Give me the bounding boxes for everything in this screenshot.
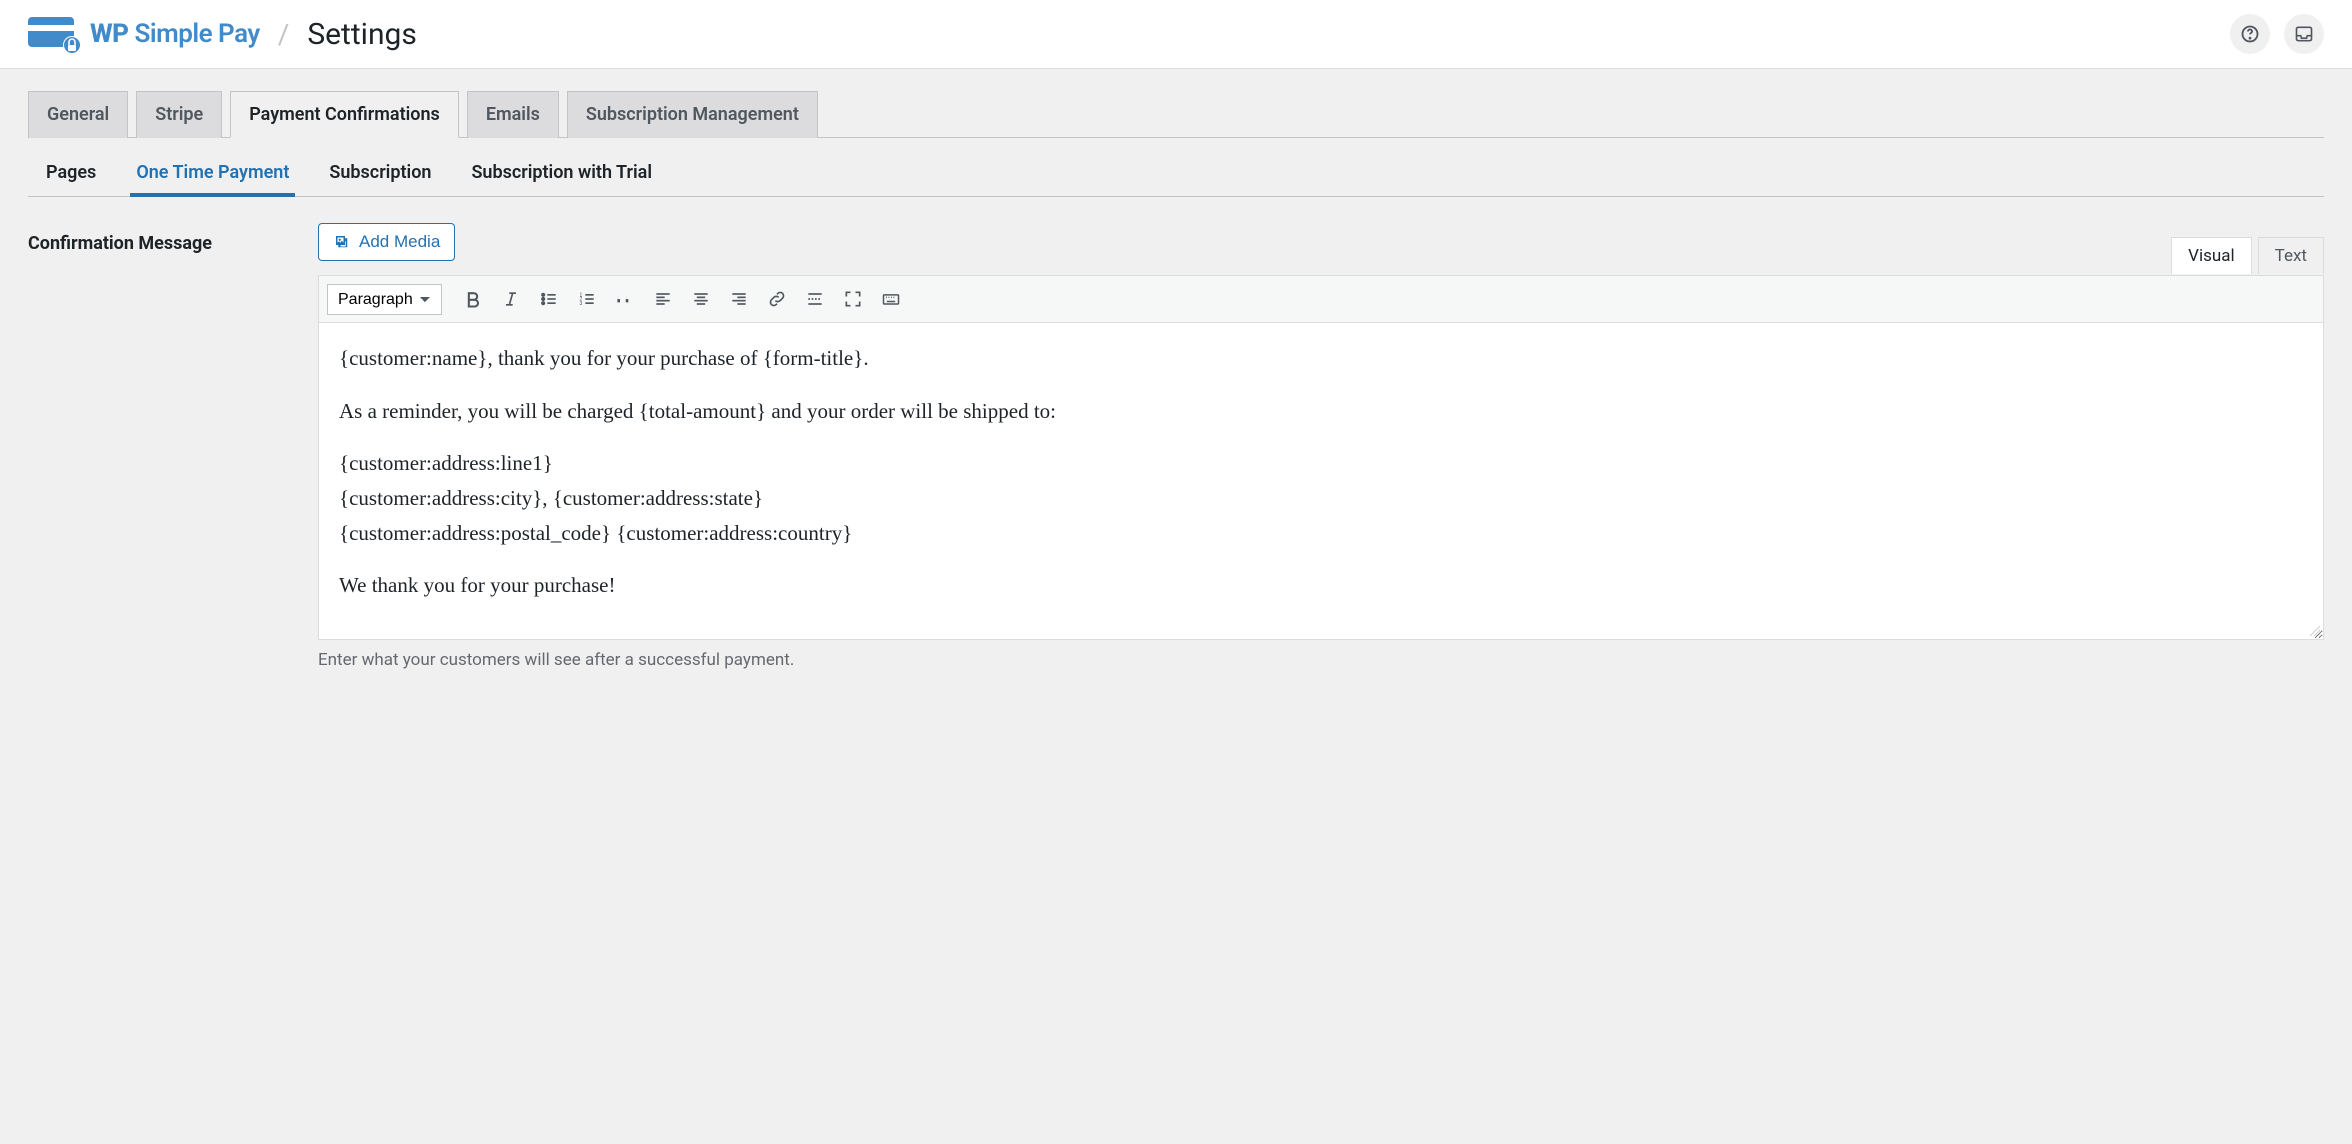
brand-text: WP Simple Pay (90, 19, 260, 49)
link-button[interactable] (760, 282, 794, 316)
blockquote-button[interactable] (608, 282, 642, 316)
numbered-list-button[interactable]: 123 (570, 282, 604, 316)
align-left-button[interactable] (646, 282, 680, 316)
add-media-button[interactable]: Add Media (318, 223, 455, 261)
keyboard-icon (881, 289, 901, 309)
helper-text: Enter what your customers will see after… (318, 650, 2324, 670)
brand-logo: WP Simple Pay (28, 15, 260, 53)
page-title: Settings (307, 17, 417, 52)
setting-label: Confirmation Message (28, 223, 318, 254)
media-icon (333, 233, 351, 251)
separator: / (278, 18, 290, 51)
tab-emails[interactable]: Emails (467, 91, 559, 138)
editor-content[interactable]: {customer:name}, thank you for your purc… (319, 323, 2323, 639)
add-media-label: Add Media (359, 232, 440, 252)
italic-button[interactable] (494, 282, 528, 316)
subtab-pages[interactable]: Pages (40, 152, 102, 197)
tab-general[interactable]: General (28, 91, 128, 138)
format-select[interactable]: Paragraph (327, 284, 442, 315)
resize-grip-icon[interactable] (2309, 625, 2321, 637)
list-ul-icon (539, 289, 559, 309)
editor-paragraph: We thank you for your purchase! (339, 568, 2303, 603)
help-button[interactable] (2230, 14, 2270, 54)
editor-toolbar: Paragraph 123 (319, 276, 2323, 323)
subtab-subscription[interactable]: Subscription (323, 152, 437, 197)
fullscreen-button[interactable] (836, 282, 870, 316)
quote-icon (615, 289, 635, 309)
secondary-tabs: Pages One Time Payment Subscription Subs… (28, 138, 2324, 197)
subtab-subscription-trial[interactable]: Subscription with Trial (465, 152, 658, 197)
editor-paragraph: As a reminder, you will be charged {tota… (339, 394, 2303, 429)
help-icon (2240, 24, 2260, 44)
list-ol-icon: 123 (577, 289, 597, 309)
italic-icon (501, 289, 521, 309)
wpsimplepay-icon (28, 15, 80, 53)
bold-button[interactable] (456, 282, 490, 316)
editor-paragraph: {customer:name}, thank you for your purc… (339, 341, 2303, 376)
tab-payment-confirmations[interactable]: Payment Confirmations (230, 91, 459, 138)
toolbar-toggle-button[interactable] (874, 282, 908, 316)
editor-paragraph: {customer:address:line1} {customer:addre… (339, 446, 2303, 550)
svg-text:3: 3 (580, 301, 583, 307)
inbox-icon (2294, 24, 2314, 44)
more-icon (805, 289, 825, 309)
subtab-one-time-payment[interactable]: One Time Payment (130, 152, 295, 197)
editor-tab-visual[interactable]: Visual (2171, 237, 2251, 274)
tab-stripe[interactable]: Stripe (136, 91, 222, 138)
bold-icon (463, 289, 483, 309)
align-right-button[interactable] (722, 282, 756, 316)
read-more-button[interactable] (798, 282, 832, 316)
editor: Paragraph 123 (318, 275, 2324, 640)
bullet-list-button[interactable] (532, 282, 566, 316)
primary-tabs: General Stripe Payment Confirmations Ema… (28, 91, 2324, 138)
align-right-icon (729, 289, 749, 309)
tab-subscription-management[interactable]: Subscription Management (567, 91, 818, 138)
align-center-icon (691, 289, 711, 309)
fullscreen-icon (843, 289, 863, 309)
editor-tab-text[interactable]: Text (2258, 237, 2324, 274)
link-icon (767, 289, 787, 309)
inbox-button[interactable] (2284, 14, 2324, 54)
header: WP Simple Pay / Settings (0, 0, 2352, 69)
align-left-icon (653, 289, 673, 309)
align-center-button[interactable] (684, 282, 718, 316)
